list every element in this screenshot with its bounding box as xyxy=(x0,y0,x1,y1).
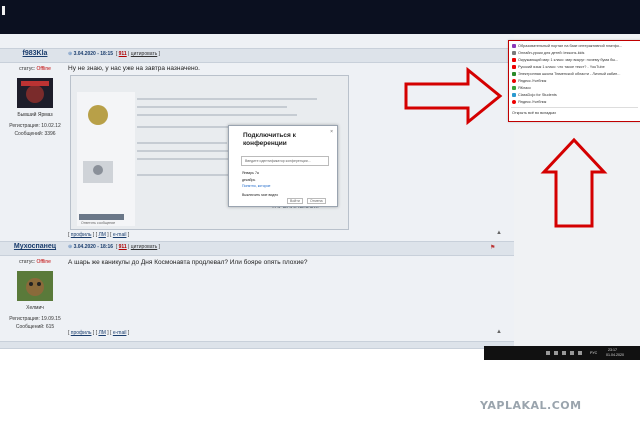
arrow-right-icon xyxy=(404,66,503,126)
watermark: YAPLAKAL.COM xyxy=(480,399,582,412)
arrow-up-icon xyxy=(540,137,608,228)
annotation-arrows xyxy=(404,66,608,228)
